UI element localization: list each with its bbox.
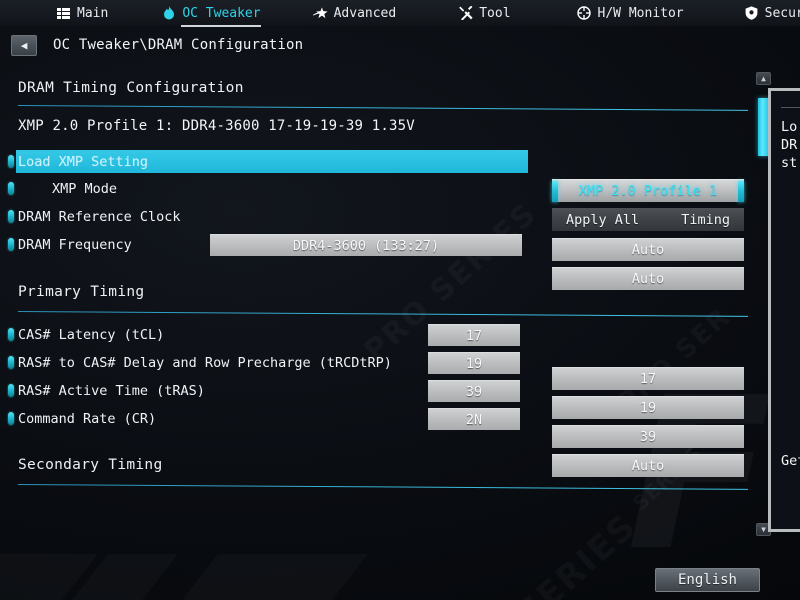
divider-primary (17, 311, 748, 317)
apply-all-label: Apply All (566, 211, 640, 228)
language-button[interactable]: English (655, 568, 760, 592)
bottom-bar: English (0, 558, 800, 600)
setting-label: Load XMP Setting (18, 153, 149, 170)
trcdtrp-value[interactable]: 19 (428, 352, 520, 374)
list-icon (56, 6, 71, 21)
help-panel-text: Lo DR st (781, 119, 798, 171)
top-navigation-bar: Main OC Tweaker Advanced Tool H/W Monito… (0, 0, 800, 27)
nav-item-security-label: Security (764, 5, 800, 21)
row-bullet-icon (8, 356, 14, 369)
nav-item-security[interactable]: Security (744, 0, 800, 26)
tras-value[interactable]: 39 (428, 380, 520, 402)
breadcrumb: ◀ OC Tweaker\DRAM Configuration (0, 29, 800, 61)
row-bullet-icon (8, 182, 14, 195)
help-panel: Lo DR st Get (768, 88, 800, 532)
tras-right-value[interactable]: 39 (552, 425, 744, 448)
setting-label: Command Rate (CR) (18, 410, 157, 427)
nav-item-tool[interactable]: Tool (458, 0, 511, 26)
nav-item-tool-label: Tool (479, 5, 511, 21)
command-rate-value[interactable]: 2N (428, 408, 520, 430)
dropdown-cap-left-icon (552, 181, 558, 202)
dropdown-cap-right-icon (738, 181, 744, 202)
row-bullet-icon (8, 155, 14, 168)
row-bullet-icon (8, 328, 14, 341)
setting-label: DRAM Frequency (18, 236, 132, 253)
timing-label: Timing (681, 211, 730, 228)
nav-item-advanced[interactable]: Advanced (312, 0, 397, 26)
decor-stripe (182, 554, 368, 600)
row-bullet-icon (8, 210, 14, 223)
nav-item-hw-monitor-label: H/W Monitor (597, 5, 684, 21)
setting-label: DRAM Reference Clock (18, 208, 181, 225)
setting-label: RAS# Active Time (tRAS) (18, 382, 205, 399)
wrench-icon (458, 6, 473, 21)
setting-row-load-xmp-setting[interactable]: Load XMP Setting (0, 150, 752, 173)
nav-item-oc-tweaker[interactable]: OC Tweaker (161, 0, 261, 27)
setting-label: RAS# to CAS# Delay and Row Precharge (tR… (18, 354, 392, 371)
nav-item-main[interactable]: Main (56, 0, 108, 26)
xmp-profile-dropdown-value: XMP 2.0 Profile 1 (578, 183, 718, 199)
scroll-up-icon[interactable]: ▲ (756, 72, 771, 85)
bios-screen: F SERIES PRO SERIES PRO SER SERIES Main (0, 0, 800, 600)
xmp-profile-dropdown[interactable]: XMP 2.0 Profile 1 (552, 179, 744, 202)
content-area: DRAM Timing Configuration XMP 2.0 Profil… (0, 66, 800, 560)
setting-label: CAS# Latency (tCL) (18, 326, 165, 343)
dram-reference-clock-value[interactable]: Auto (552, 238, 744, 261)
xmp-profile-summary: XMP 2.0 Profile 1: DDR4-3600 17-19-19-39… (18, 118, 415, 134)
flame-icon (161, 6, 176, 21)
gauge-icon (577, 6, 592, 21)
cas-latency-right-value[interactable]: 17 (552, 367, 744, 390)
help-panel-footer: Get (781, 453, 800, 469)
row-bullet-icon (8, 238, 14, 251)
dram-frequency-auto-value[interactable]: Auto (552, 267, 744, 290)
row-bullet-icon (8, 412, 14, 425)
breadcrumb-path: OC Tweaker\DRAM Configuration (53, 37, 304, 53)
trcdtrp-right-value[interactable]: 19 (552, 396, 744, 419)
row-bullet-icon (8, 384, 14, 397)
nav-item-advanced-label: Advanced (333, 5, 397, 21)
help-panel-divider (781, 107, 800, 108)
cas-latency-value[interactable]: 17 (428, 324, 520, 346)
dram-frequency-value[interactable]: DDR4-3600 (133:27) (210, 234, 522, 256)
star-icon (312, 6, 328, 21)
apply-all-header[interactable]: Apply All Timing (552, 208, 744, 231)
divider-top (17, 105, 748, 111)
decor-stripe (0, 554, 98, 600)
command-rate-right-value[interactable]: Auto (552, 454, 744, 477)
setting-row-cas-latency[interactable]: CAS# Latency (tCL) 17 (0, 323, 752, 346)
page-title: DRAM Timing Configuration (18, 80, 244, 96)
setting-label: XMP Mode (52, 180, 118, 197)
nav-item-main-label: Main (77, 5, 109, 21)
divider-secondary (17, 484, 748, 490)
nav-item-oc-tweaker-label: OC Tweaker (182, 5, 261, 21)
shield-icon (744, 6, 759, 21)
back-arrow-icon[interactable]: ◀ (11, 34, 37, 56)
nav-item-hw-monitor[interactable]: H/W Monitor (577, 0, 684, 26)
decor-stripe (72, 554, 178, 600)
